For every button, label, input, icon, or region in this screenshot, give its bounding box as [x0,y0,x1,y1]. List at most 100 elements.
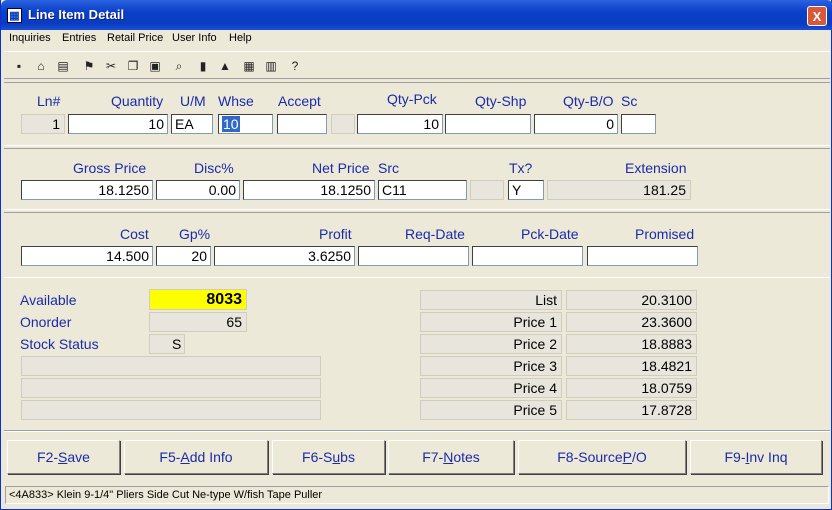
f9-inv-inq-button[interactable]: F9- Inv Inq [690,440,822,474]
tx-label: Tx? [509,160,533,176]
chart-icon[interactable]: ▲ [216,56,234,76]
um-label: U/M [180,93,206,109]
f8-source-po-button[interactable]: F8-Source P/O [518,440,686,474]
disc-input[interactable]: 0.00 [156,180,240,200]
whse-label: Whse [218,93,254,109]
quantity-input[interactable]: 10 [68,114,168,134]
fkey-accel: A [180,449,190,465]
req-date-input[interactable] [358,246,469,266]
onorder-value: 65 [149,312,247,332]
info-line-3 [21,400,321,420]
price-row-label: Price 3 [420,356,562,376]
price-row-value: 18.4821 [566,356,697,376]
fkey-label: F8-Source [557,449,623,465]
price-row-label: Price 5 [420,400,562,420]
available-value: 8033 [149,289,247,310]
paste-icon[interactable]: ▣ [146,56,164,76]
pck-date-label: Pck-Date [521,226,579,242]
price-row-value: 17.8728 [566,400,697,420]
f6-subs-button[interactable]: F6-S u bs [272,440,385,474]
ln-value: 1 [21,114,65,134]
copy-icon[interactable]: ❐ [124,56,142,76]
find-icon[interactable]: ⌕ [170,56,188,76]
price-row-label: Price 4 [420,378,562,398]
accept-label: Accept [278,93,321,109]
cost-input[interactable]: 14.500 [21,246,153,266]
runner-icon[interactable]: ⚑ [80,56,98,76]
fkey-accel: u [332,449,341,465]
menu-entries[interactable]: Entries [62,32,96,44]
fkey-accel: N [443,449,454,465]
stock-status-label: Stock Status [20,336,99,352]
qty-pck-input[interactable]: 10 [357,114,443,134]
fkey-label: ave [67,449,90,465]
fkey-label: F2- [37,449,59,465]
gross-price-input[interactable]: 18.1250 [21,180,153,200]
price-row-value: 23.3600 [566,312,697,332]
price-row-value: 20.3100 [566,290,697,310]
qty-pck-label: Qty-Pck [387,91,437,107]
close-button[interactable]: X [807,6,827,26]
um-input[interactable]: EA [171,114,213,134]
pck-date-input[interactable] [472,246,583,266]
qty-bo-input[interactable]: 0 [534,114,618,134]
basket-icon[interactable]: ⌂ [32,56,50,76]
fkey-accel: S [58,449,68,465]
available-label: Available [20,292,77,308]
net-price-label: Net Price [312,160,370,176]
onorder-label: Onorder [20,314,72,330]
gp-input[interactable]: 20 [156,246,211,266]
app-icon[interactable]: ▦ [7,8,22,23]
src-input[interactable]: C11 [378,180,467,200]
cost-label: Cost [120,226,149,242]
profit-label: Profit [319,226,352,242]
qty-shp-input[interactable] [445,114,531,134]
price-row-label: List [420,290,562,310]
menu-user-info[interactable]: User Info [172,32,217,44]
promised-input[interactable] [587,246,698,266]
tx-input[interactable]: Y [508,180,544,200]
window-title: Line Item Detail [28,7,125,22]
title-bar[interactable]: ▦ Line Item Detail X [1,0,832,30]
accept-input[interactable] [277,114,327,134]
menu-retail-price[interactable]: Retail Price [107,32,163,44]
menu-inquiries[interactable]: Inquiries [9,32,51,44]
whse-value: 10 [222,116,240,132]
save-icon[interactable]: ▪ [10,56,28,76]
disc-label: Disc% [194,160,234,176]
gp-label: Gp% [179,226,211,242]
toolbar: ▪ ⌂ ▤ ⚑ ✂ ❐ ▣ ⌕ ▮ ▲ ▦ ▥ ? [4,51,830,79]
fkey-label: F6-S [302,449,333,465]
line-item-detail-window: ▦ Line Item Detail X Inquiries Entries R… [0,0,832,510]
fkey-label: nv Inq [749,449,788,465]
src-label: Src [378,160,399,176]
fkey-label: dd Info [189,449,233,465]
f2-save-button[interactable]: F2- Save [7,440,120,474]
qty-bo-label: Qty-B/O [563,93,614,109]
calculator-icon[interactable]: ▦ [240,56,258,76]
f7-notes-button[interactable]: F7- Notes [388,440,514,474]
net-price-input[interactable]: 18.1250 [243,180,375,200]
fkey-label: otes [453,449,480,465]
price-row-label: Price 1 [420,312,562,332]
status-bar: <4A833> Klein 9-1/4" Pliers Side Cut Ne-… [5,486,829,504]
cut-icon[interactable]: ✂ [102,56,120,76]
price-panel [4,148,830,210]
calendar-icon[interactable]: ▥ [262,56,280,76]
info-line-2 [21,378,321,398]
promised-label: Promised [635,226,695,242]
price-row-value: 18.0759 [566,378,697,398]
fkey-label: bs [340,449,355,465]
help-icon[interactable]: ? [286,56,304,76]
f5-add-info-button[interactable]: F5- Add Info [124,440,268,474]
info-line-1 [21,356,321,376]
fkey-label: F5- [159,449,181,465]
print-icon[interactable]: ▤ [54,56,72,76]
sc-input[interactable] [621,114,656,134]
whse-input[interactable]: 10 [218,114,273,134]
menu-help[interactable]: Help [229,32,252,44]
profit-input[interactable]: 3.6250 [214,246,355,266]
price-row-label: Price 2 [420,334,562,354]
ln-label: Ln# [37,93,61,109]
door-icon[interactable]: ▮ [194,56,212,76]
